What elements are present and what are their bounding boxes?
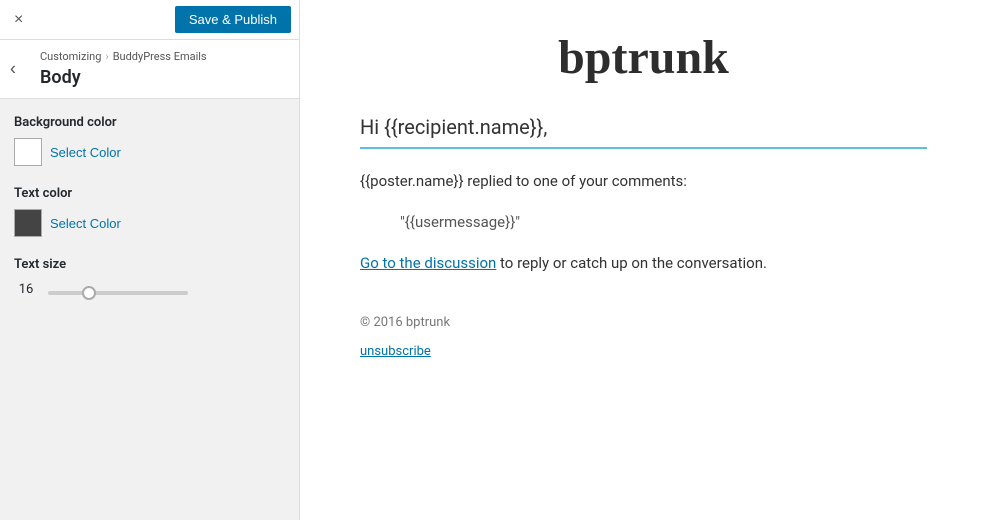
close-button[interactable]: × (8, 7, 29, 33)
email-cta-text: to reply or catch up on the conversation… (496, 254, 767, 272)
email-cta: Go to the discussion to reply or catch u… (360, 251, 927, 275)
text-size-group: Text size 16 (14, 257, 285, 299)
breadcrumb: Customizing › BuddyPress Emails (40, 50, 285, 63)
email-unsubscribe-link[interactable]: unsubscribe (360, 344, 431, 359)
text-color-label: Text color (14, 186, 285, 201)
text-size-slider[interactable] (48, 291, 188, 295)
email-footer: © 2016 bptrunk (360, 315, 927, 330)
breadcrumb-root: Customizing (40, 50, 101, 63)
email-quote: "{{usermessage}}" (400, 213, 927, 231)
email-body-text: {{poster.name}} replied to one of your c… (360, 169, 927, 193)
breadcrumb-separator: › (105, 50, 108, 63)
text-size-label: Text size (14, 257, 285, 272)
email-divider (360, 147, 927, 149)
text-size-slider-container (48, 280, 285, 299)
customizer-panel: × Save & Publish ‹ Customizing › BuddyPr… (0, 0, 300, 520)
email-preview: bptrunk Hi {{recipient.name}}, {{poster.… (300, 0, 987, 520)
breadcrumb-child: BuddyPress Emails (113, 50, 207, 63)
email-logo-text: bptrunk (360, 30, 927, 85)
text-size-value: 16 (14, 282, 38, 297)
text-select-color-button[interactable]: Select Color (50, 216, 121, 231)
breadcrumb-section: ‹ Customizing › BuddyPress Emails Body (0, 40, 299, 99)
email-cta-link[interactable]: Go to the discussion (360, 254, 496, 272)
controls-section: Background color Select Color Text color… (0, 99, 299, 520)
text-color-group: Text color Select Color (14, 186, 285, 237)
save-publish-button[interactable]: Save & Publish (175, 6, 291, 33)
bg-color-picker-row: Select Color (14, 138, 285, 166)
text-color-swatch[interactable] (14, 209, 42, 237)
email-logo: bptrunk (360, 30, 927, 85)
page-title: Body (40, 67, 285, 88)
bg-select-color-button[interactable]: Select Color (50, 145, 121, 160)
email-greeting: Hi {{recipient.name}}, (360, 115, 927, 139)
bg-color-label: Background color (14, 115, 285, 130)
top-bar: × Save & Publish (0, 0, 299, 40)
bg-color-group: Background color Select Color (14, 115, 285, 166)
bg-color-swatch[interactable] (14, 138, 42, 166)
email-unsubscribe: unsubscribe (360, 340, 927, 359)
back-button[interactable]: ‹ (10, 59, 16, 80)
text-size-row: 16 (14, 280, 285, 299)
text-color-picker-row: Select Color (14, 209, 285, 237)
